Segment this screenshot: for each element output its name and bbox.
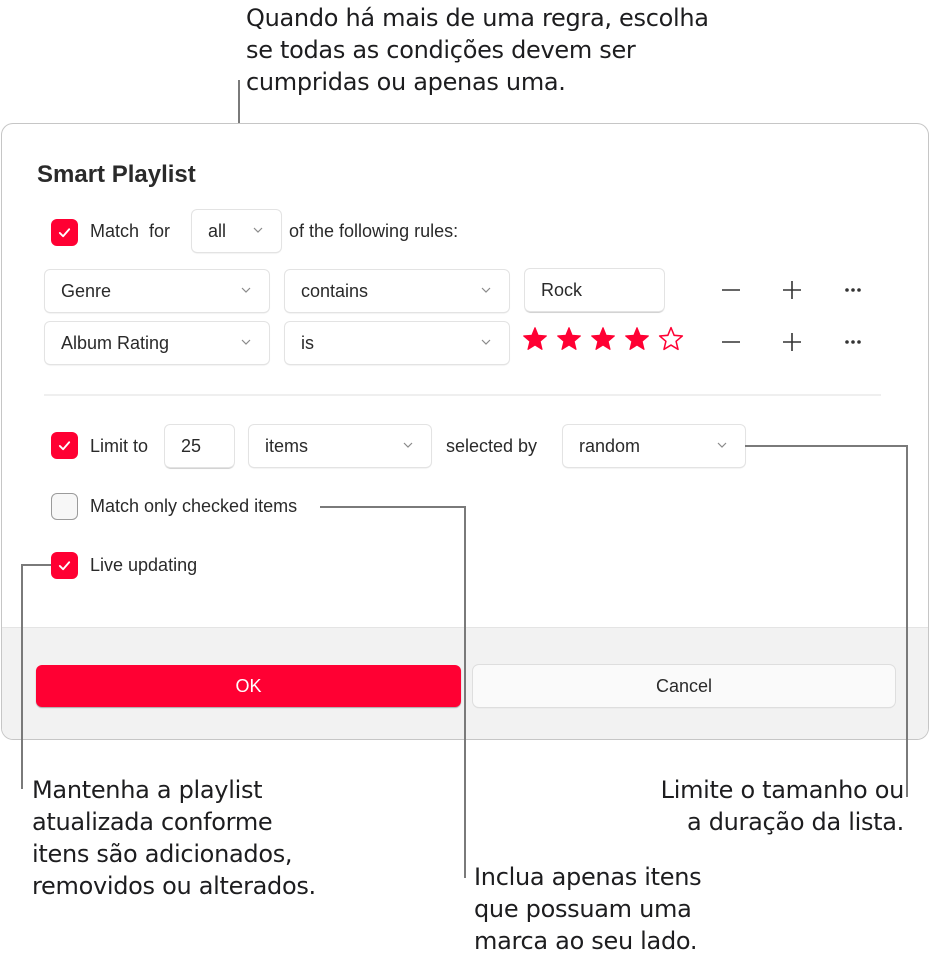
leader-line-live-updating	[21, 564, 51, 566]
leader-line-checked-items	[464, 506, 466, 878]
ok-button[interactable]: OK	[36, 665, 461, 707]
rule-2-operator-value: is	[301, 332, 314, 353]
rule-2-field-value: Album Rating	[61, 332, 170, 353]
match-only-checked-label: Match only checked items	[90, 496, 298, 516]
ellipsis-icon	[845, 340, 861, 344]
star-filled-icon[interactable]	[556, 326, 582, 352]
rule-1-operator-select[interactable]: contains	[285, 270, 509, 312]
limit-checkbox[interactable]	[51, 432, 78, 459]
minus-icon	[722, 289, 740, 291]
match-mode-select[interactable]: all	[192, 210, 281, 252]
star-filled-icon[interactable]	[522, 326, 548, 352]
limit-label: Limit to	[90, 436, 149, 456]
ellipsis-icon	[845, 288, 861, 292]
rule-1-field-value: Genre	[61, 280, 112, 301]
callout-checked-items: Inclua apenas itens que possuam uma marc…	[474, 863, 702, 955]
limit-count-input[interactable]: 25	[165, 425, 234, 467]
match-label: Match for	[90, 221, 171, 241]
chevron-down-icon	[241, 339, 251, 349]
callout-match-rule: Quando há mais de uma regra, escolha se …	[246, 4, 709, 96]
cancel-button[interactable]: Cancel	[473, 665, 895, 707]
dialog-title: Smart Playlist	[37, 161, 196, 188]
star-filled-icon[interactable]	[624, 326, 650, 352]
chevron-down-icon	[717, 442, 727, 452]
limit-unit-select[interactable]: items	[249, 425, 431, 467]
rule-1-more-button[interactable]	[838, 275, 868, 305]
callout-live-updating: Mantenha a playlist atualizada conforme …	[32, 776, 316, 900]
rule-1-remove-button[interactable]	[716, 275, 746, 305]
section-divider	[44, 394, 881, 396]
leader-line-limit	[745, 445, 908, 447]
leader-line-checked-items	[320, 506, 466, 508]
callout-limit: Limite o tamanho ou a duração da lista.	[660, 776, 905, 836]
selected-by-label: selected by	[446, 436, 538, 456]
rule-1-value-text: Rock	[541, 279, 583, 300]
star-filled-icon[interactable]	[590, 326, 616, 352]
rule-2-more-button[interactable]	[838, 327, 868, 357]
chevron-down-icon	[481, 339, 491, 349]
minus-icon	[722, 341, 740, 343]
chevron-down-icon	[253, 227, 263, 237]
live-updating-label: Live updating	[90, 555, 198, 575]
rule-2-field-select[interactable]: Album Rating	[45, 322, 269, 364]
checkmark-icon	[58, 441, 71, 451]
rule-1-value-input[interactable]: Rock	[525, 269, 664, 311]
selected-by-select[interactable]: random	[563, 425, 745, 467]
rule-1-field-select[interactable]: Genre	[45, 270, 269, 312]
rule-1-operator-value: contains	[301, 280, 369, 301]
match-only-checked-checkbox[interactable]	[51, 493, 78, 520]
plus-icon	[783, 281, 801, 299]
match-checkbox[interactable]	[51, 219, 78, 246]
rule-1-add-button[interactable]	[777, 275, 807, 305]
chevron-down-icon	[403, 442, 413, 452]
match-suffix-label: of the following rules:	[289, 221, 459, 241]
match-mode-value: all	[208, 220, 227, 241]
chevron-down-icon	[241, 287, 251, 297]
limit-unit-value: items	[265, 435, 309, 456]
chevron-down-icon	[481, 287, 491, 297]
checkmark-icon	[58, 561, 71, 571]
live-updating-checkbox[interactable]	[51, 552, 78, 579]
checkmark-icon	[58, 228, 71, 238]
leader-line-limit	[906, 445, 908, 797]
rule-2-remove-button[interactable]	[716, 327, 746, 357]
leader-line-live-updating	[21, 564, 23, 789]
rule-2-add-button[interactable]	[777, 327, 807, 357]
rule-2-operator-select[interactable]: is	[285, 322, 509, 364]
star-empty-icon[interactable]	[658, 326, 684, 352]
rule-2-rating[interactable]	[522, 326, 684, 352]
limit-count-value: 25	[181, 435, 202, 456]
selected-by-value: random	[579, 435, 641, 456]
plus-icon	[783, 333, 801, 351]
